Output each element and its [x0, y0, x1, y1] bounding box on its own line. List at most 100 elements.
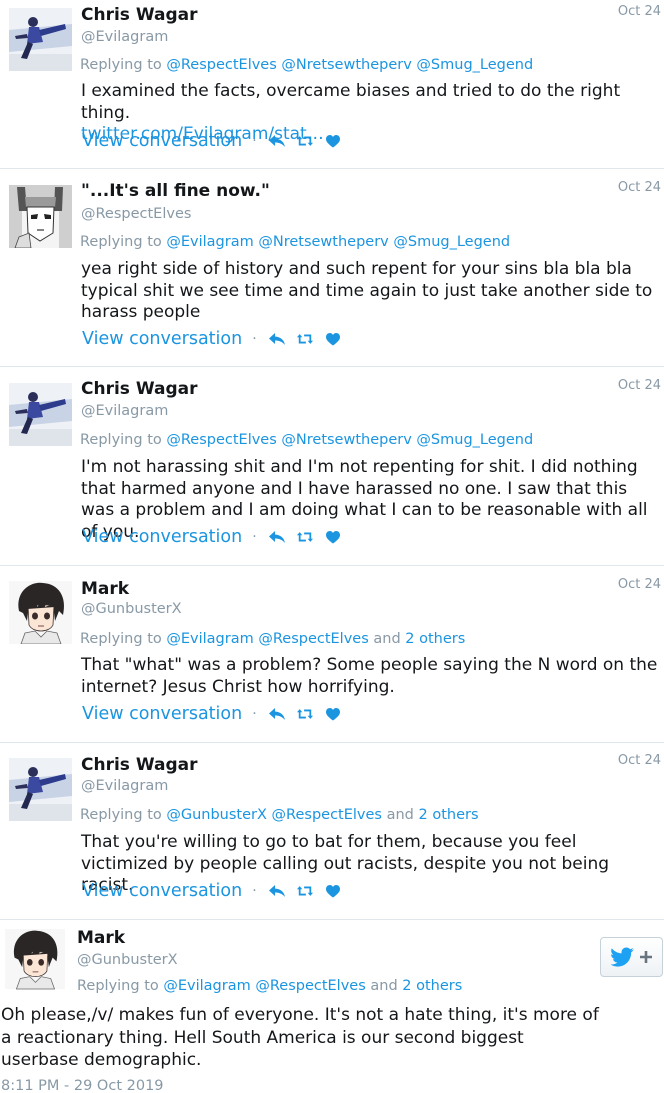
mention-link[interactable]: @RespectElves [166, 57, 276, 73]
tweet-date[interactable]: Oct 24 [618, 378, 661, 393]
others-link[interactable]: 2 others [418, 807, 478, 823]
username[interactable]: @GunbusterX [81, 601, 182, 617]
mention-link[interactable]: @GunbusterX [166, 807, 267, 823]
tweet-actions: View conversation · [82, 329, 353, 349]
display-name[interactable]: Mark [81, 579, 129, 599]
mention-link[interactable]: @Nretsewtheperv [281, 57, 411, 73]
view-conversation-link[interactable]: View conversation [82, 704, 242, 724]
mention-link[interactable]: @Nretsewtheperv [258, 234, 388, 250]
replying-to: Replying to @GunbusterX @RespectElves an… [80, 807, 479, 823]
mention-link[interactable]: @RespectElves [166, 432, 276, 448]
username[interactable]: @Evilagram [81, 403, 168, 419]
reply-icon[interactable] [268, 706, 285, 722]
like-heart-icon[interactable] [325, 706, 341, 722]
view-conversation-link[interactable]: View conversation [82, 881, 242, 901]
like-heart-icon[interactable] [325, 331, 341, 347]
separator: · [252, 331, 257, 347]
others-link[interactable]: 2 others [402, 978, 462, 994]
tweet-date[interactable]: Oct 24 [618, 753, 661, 768]
reply-icon[interactable] [268, 331, 285, 347]
mention-link[interactable]: @Smug_Legend [416, 57, 533, 73]
tweet[interactable]: Chris Wagar @Evilagram Oct 24 Replying t… [0, 743, 664, 920]
reply-icon[interactable] [268, 529, 285, 545]
avatar[interactable] [9, 758, 72, 821]
tweet-date[interactable]: Oct 24 [618, 180, 661, 195]
username[interactable]: @GunbusterX [77, 952, 178, 968]
tweet[interactable]: Chris Wagar @Evilagram Oct 24 Replying t… [0, 367, 664, 566]
avatar[interactable] [9, 581, 72, 644]
mention-link[interactable]: @Nretsewtheperv [281, 432, 411, 448]
view-conversation-link[interactable]: View conversation [82, 329, 242, 349]
twitter-bird-plus-icon [609, 947, 652, 967]
tweet[interactable]: Chris Wagar @Evilagram Oct 24 Replying t… [0, 0, 664, 169]
display-name[interactable]: Chris Wagar [81, 755, 197, 775]
tweet[interactable]: Mark @GunbusterX Oct 24 Replying to @Evi… [0, 566, 664, 743]
view-conversation-link[interactable]: View conversation [82, 527, 242, 547]
replying-to-label: Replying to [80, 631, 162, 647]
separator: · [252, 529, 257, 545]
retweet-icon[interactable] [296, 331, 313, 347]
tweet-actions: View conversation · [82, 704, 353, 724]
mention-link[interactable]: @RespectElves [272, 807, 382, 823]
avatar[interactable] [5, 928, 65, 990]
tweet[interactable]: "...It's all fine now." @RespectElves Oc… [0, 169, 664, 367]
replying-to-label: Replying to [77, 978, 159, 994]
username[interactable]: @Evilagram [81, 778, 168, 794]
retweet-icon[interactable] [296, 133, 313, 149]
replying-to-label: Replying to [80, 807, 162, 823]
tweet-text-line: I examined the facts, overcame biases an… [81, 81, 621, 123]
mention-link[interactable]: @Smug_Legend [393, 234, 510, 250]
replying-to: Replying to @Evilagram @RespectElves and… [80, 631, 465, 647]
and-label: and [373, 631, 401, 647]
follow-button[interactable] [600, 937, 663, 977]
others-link[interactable]: 2 others [405, 631, 465, 647]
avatar-anime-boy-image [9, 581, 72, 644]
tweet-text: That "what" was a problem? Some people s… [81, 655, 658, 697]
and-label: and [386, 807, 414, 823]
tweet-date[interactable]: Oct 24 [618, 577, 661, 592]
avatar-manga-girl-image [9, 185, 72, 248]
tweet-date[interactable]: Oct 24 [618, 4, 661, 19]
separator: · [252, 706, 257, 722]
mention-link[interactable]: @Evilagram [166, 234, 253, 250]
replying-to-label: Replying to [80, 432, 162, 448]
avatar-kick-image [9, 758, 72, 821]
reply-icon[interactable] [268, 133, 285, 149]
mention-link[interactable]: @Evilagram [166, 631, 253, 647]
display-name[interactable]: Mark [77, 928, 125, 948]
replying-to: Replying to @RespectElves @Nretsewtheper… [80, 432, 533, 448]
tweet-actions: View conversation · [82, 527, 353, 547]
retweet-icon[interactable] [296, 883, 313, 899]
avatar[interactable] [9, 185, 72, 248]
avatar[interactable] [9, 383, 72, 446]
separator: · [252, 133, 257, 149]
retweet-icon[interactable] [296, 529, 313, 545]
mention-link[interactable]: @Evilagram [163, 978, 250, 994]
like-heart-icon[interactable] [325, 529, 341, 545]
replying-to: Replying to @RespectElves @Nretsewtheper… [80, 57, 533, 73]
reply-icon[interactable] [268, 883, 285, 899]
display-name[interactable]: "...It's all fine now." [81, 181, 270, 201]
like-heart-icon[interactable] [325, 883, 341, 899]
display-name[interactable]: Chris Wagar [81, 5, 197, 25]
retweet-icon[interactable] [296, 706, 313, 722]
avatar[interactable] [9, 8, 72, 71]
tweet-actions: View conversation · [82, 881, 353, 901]
username[interactable]: @RespectElves [81, 206, 191, 222]
replying-to: Replying to @Evilagram @RespectElves and… [77, 978, 462, 994]
avatar-kick-image [9, 8, 72, 71]
mention-link[interactable]: @RespectElves [258, 631, 368, 647]
replying-to-label: Replying to [80, 57, 162, 73]
display-name[interactable]: Chris Wagar [81, 379, 197, 399]
view-conversation-link[interactable]: View conversation [82, 131, 242, 151]
tweet-timestamp[interactable]: 8:11 PM - 29 Oct 2019 [1, 1078, 164, 1093]
like-heart-icon[interactable] [325, 133, 341, 149]
username[interactable]: @Evilagram [81, 29, 168, 45]
separator: · [252, 883, 257, 899]
replying-to: Replying to @Evilagram @Nretsewtheperv @… [80, 234, 510, 250]
and-label: and [370, 978, 398, 994]
avatar-kick-image [9, 383, 72, 446]
tweet-text: Oh please,/v/ makes fun of everyone. It'… [1, 1005, 599, 1070]
mention-link[interactable]: @Smug_Legend [416, 432, 533, 448]
mention-link[interactable]: @RespectElves [255, 978, 365, 994]
